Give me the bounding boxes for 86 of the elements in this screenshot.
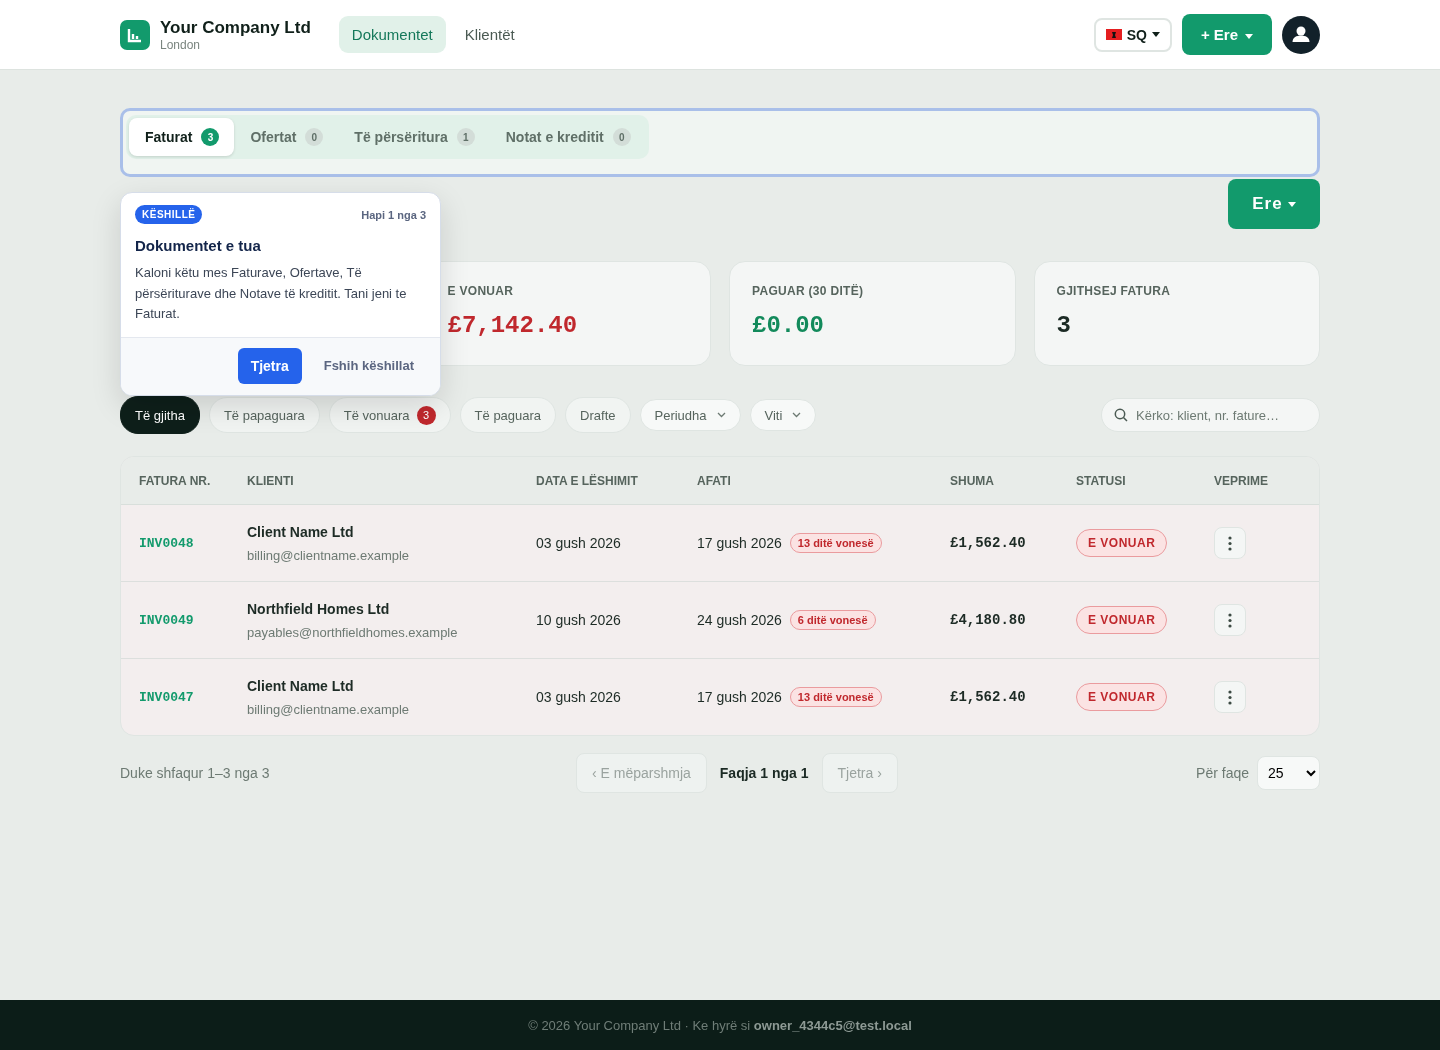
more-button[interactable] [1214,527,1246,559]
client-name: Client Name Ltd [247,523,354,540]
tip-text: Kaloni këtu mes Faturave, Ofertave, Të përsëriturave dhe Notave të kreditit. Tani jeni te Faturat. [135,264,408,323]
client-name: Client Name Ltd [247,677,354,694]
footer-text: © 2026 Your Company Ltd · Ke hyrë si owner_4344c5@test.local [528,1017,912,1033]
column-header: AFATI [697,457,950,505]
client-email: billing@clientname.example [247,701,410,717]
amount: £1,562.40 [950,689,1026,705]
tip-title: Dokumentet e tua [135,237,262,254]
invoice-number-link[interactable]: INV0049 [139,612,194,628]
count-badge: 0 [612,128,631,146]
count-badge: 3 [416,405,436,425]
filter-chip[interactable]: Të papaguara [208,397,320,433]
search-field[interactable]: Kërko: klient, nr. fature… [1101,398,1320,432]
column-header: DATA E LËSHIMIT [536,457,697,505]
issue-date: 10 gush 2026 [536,612,621,628]
step-counter: Hapi 1 nga 3 [361,208,426,221]
document-tab[interactable]: Të përsëritura 1 [338,118,490,156]
count-badge: 0 [305,128,324,146]
logo-icon [120,19,150,50]
more-button[interactable] [1214,681,1246,713]
company-city: London [160,37,202,52]
chevron-icon [792,412,802,418]
page-indicator: Faqja 1 nga 1 [718,765,810,781]
new-button[interactable]: Ere [1228,179,1320,229]
company-name: Your Company Ltd [160,17,311,38]
status-badge: E VONUAR [1076,529,1168,557]
per-page-label: Për faqe [1196,765,1249,781]
issue-date: 03 gush 2026 [536,535,621,551]
status-badge: E VONUAR [1076,606,1168,634]
next-tip-button[interactable]: Tjetra [237,347,302,384]
caret-icon [1245,33,1253,39]
due-date: 17 gush 2026 [697,535,782,551]
filter-dropdown[interactable]: Viti [749,399,817,431]
nav-tab[interactable]: Dokumentet [338,16,446,53]
caret-icon [1151,32,1160,37]
amount: £1,562.40 [950,535,1026,551]
caret-icon [1287,202,1296,207]
overdue-tag: 13 ditë vonesë [789,687,882,707]
card-value: £7,142.40 [447,312,579,339]
card-value: £0.00 [752,312,825,339]
count-badge: 3 [201,128,220,146]
card-value: 3 [1056,312,1072,339]
column-header: FATURA NR. [121,457,247,505]
amount: £4,180.80 [950,612,1026,628]
kebab-icon [1228,689,1232,705]
due-date: 17 gush 2026 [697,689,782,705]
card-label: GJITHSEJ FATURA [1056,284,1172,298]
client-email: payables@northfieldhomes.example [247,624,458,640]
client-email: billing@clientname.example [247,547,410,563]
column-header: KLIENTI [247,457,536,505]
filter-dropdown[interactable]: Periudha [639,399,741,431]
filter-chip[interactable]: Drafte [565,397,631,433]
hide-tips-button[interactable]: Fshih këshillat [323,358,414,373]
more-button[interactable] [1214,604,1246,636]
overdue-tag: 6 ditë vonesë [789,610,876,630]
client-name: Northfield Homes Ltd [247,600,390,617]
kebab-icon [1228,612,1232,628]
kebab-icon [1228,535,1232,551]
status-badge: E VONUAR [1076,683,1168,711]
column-header: STATUSI [1076,457,1214,505]
filter-chip[interactable]: Të paguara [459,397,557,433]
column-header: SHUMA [950,457,1076,505]
count-badge: 1 [456,128,475,146]
results-summary: Duke shfaqur 1–3 nga 3 [120,765,271,781]
nav-tab[interactable]: Klientët [451,16,528,53]
per-page-select[interactable]: 25 [1257,756,1320,790]
invoice-number-link[interactable]: INV0048 [139,535,194,551]
overdue-tag: 13 ditë vonesë [789,533,882,553]
filter-chip[interactable]: Të gjitha [120,396,200,434]
document-tab[interactable]: Notat e kreditit 0 [489,118,646,156]
avatar-icon[interactable] [1282,15,1320,54]
chevron-icon [716,412,726,418]
new-button[interactable]: + Ere [1181,14,1272,55]
document-tab[interactable]: Faturat 3 [129,118,235,156]
flag-icon [1105,29,1122,40]
tip-badge: KËSHILLË [135,205,203,224]
filter-chip[interactable]: Të vonuara 3 [328,397,451,433]
card-label: E VONUAR [447,284,515,298]
due-date: 24 gush 2026 [697,612,782,628]
language-button[interactable]: SQ [1093,17,1172,52]
document-tab[interactable]: Ofertat 0 [234,118,339,156]
issue-date: 03 gush 2026 [536,689,621,705]
column-header: VEPRIME [1214,457,1319,505]
invoice-number-link[interactable]: INV0047 [139,689,194,705]
card-label: PAGUAR (30 DITË) [752,284,865,298]
